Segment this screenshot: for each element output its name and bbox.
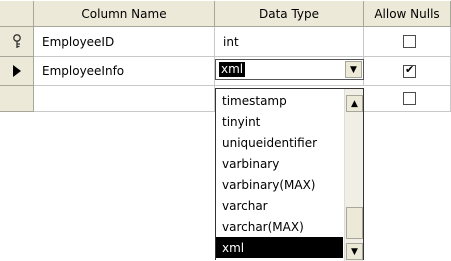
column-name-header-label: Column Name xyxy=(81,6,167,21)
scroll-thumb[interactable] xyxy=(346,207,363,239)
option-text: varbinary(MAX) xyxy=(222,177,316,192)
data-type-text: int xyxy=(223,34,239,49)
column-name-cell-2[interactable]: EmployeeInfo xyxy=(34,57,215,86)
dropdown-option-selected[interactable]: xml xyxy=(216,237,343,258)
allow-nulls-checkbox-2[interactable] xyxy=(403,63,416,78)
option-text: tinyint xyxy=(222,114,261,129)
dropdown-option[interactable]: varbinary(MAX) xyxy=(216,174,343,195)
chevron-down-icon: ▼ xyxy=(351,246,358,257)
column-name-text: EmployeeInfo xyxy=(42,64,125,78)
key-icon xyxy=(13,34,21,48)
allow-nulls-cell-3 xyxy=(364,86,451,112)
allow-nulls-cell-2 xyxy=(364,57,451,86)
option-text: varchar(MAX) xyxy=(222,219,304,234)
row-selector-3[interactable] xyxy=(0,86,34,112)
dropdown-option[interactable]: timestamp xyxy=(216,90,343,111)
scroll-up-button[interactable]: ▲ xyxy=(346,95,363,112)
row-selector-1[interactable] xyxy=(0,27,34,57)
column-name-cell-1[interactable]: EmployeeID xyxy=(34,27,215,57)
data-type-header[interactable]: Data Type xyxy=(215,1,364,27)
dropdown-scrollbar[interactable]: ▲ ▼ xyxy=(344,89,363,261)
allow-nulls-header[interactable]: Allow Nulls xyxy=(364,1,451,27)
table-designer-grid: Column Name Data Type Allow Nulls Employ… xyxy=(0,0,451,261)
option-text: varbinary xyxy=(222,156,280,171)
data-type-dropdown-list: timestamp tinyint uniqueidentifier varbi… xyxy=(215,88,364,261)
row-selector-2[interactable] xyxy=(0,57,34,86)
allow-nulls-header-label: Allow Nulls xyxy=(374,6,440,21)
data-type-header-label: Data Type xyxy=(258,6,320,21)
option-text: timestamp xyxy=(222,93,287,108)
allow-nulls-cell-1 xyxy=(364,27,451,57)
allow-nulls-checkbox-3[interactable] xyxy=(403,92,416,105)
dropdown-option[interactable]: uniqueidentifier xyxy=(216,132,343,153)
chevron-up-icon: ▲ xyxy=(351,98,358,109)
option-text: xml xyxy=(222,240,245,255)
scroll-down-button[interactable]: ▼ xyxy=(346,243,363,260)
column-name-cell-3[interactable] xyxy=(34,86,215,112)
dropdown-option[interactable]: varchar xyxy=(216,195,343,216)
column-name-text: EmployeeID xyxy=(42,34,115,49)
row-pointer-icon xyxy=(13,65,21,77)
allow-nulls-checkbox-1[interactable] xyxy=(403,35,416,48)
data-type-combobox[interactable]: xml ▼ xyxy=(215,59,364,80)
dropdown-button[interactable]: ▼ xyxy=(345,61,362,78)
data-type-cell-1[interactable]: int xyxy=(215,27,364,57)
option-text: uniqueidentifier xyxy=(222,135,318,150)
dropdown-option[interactable]: tinyint xyxy=(216,111,343,132)
dropdown-option[interactable]: varbinary xyxy=(216,153,343,174)
dropdown-option[interactable]: varchar(MAX) xyxy=(216,216,343,237)
option-text: varchar xyxy=(222,198,268,213)
corner-header xyxy=(0,1,34,27)
chevron-down-icon: ▼ xyxy=(350,64,357,75)
column-name-header[interactable]: Column Name xyxy=(34,1,215,27)
data-type-combobox-value: xml xyxy=(219,62,246,77)
